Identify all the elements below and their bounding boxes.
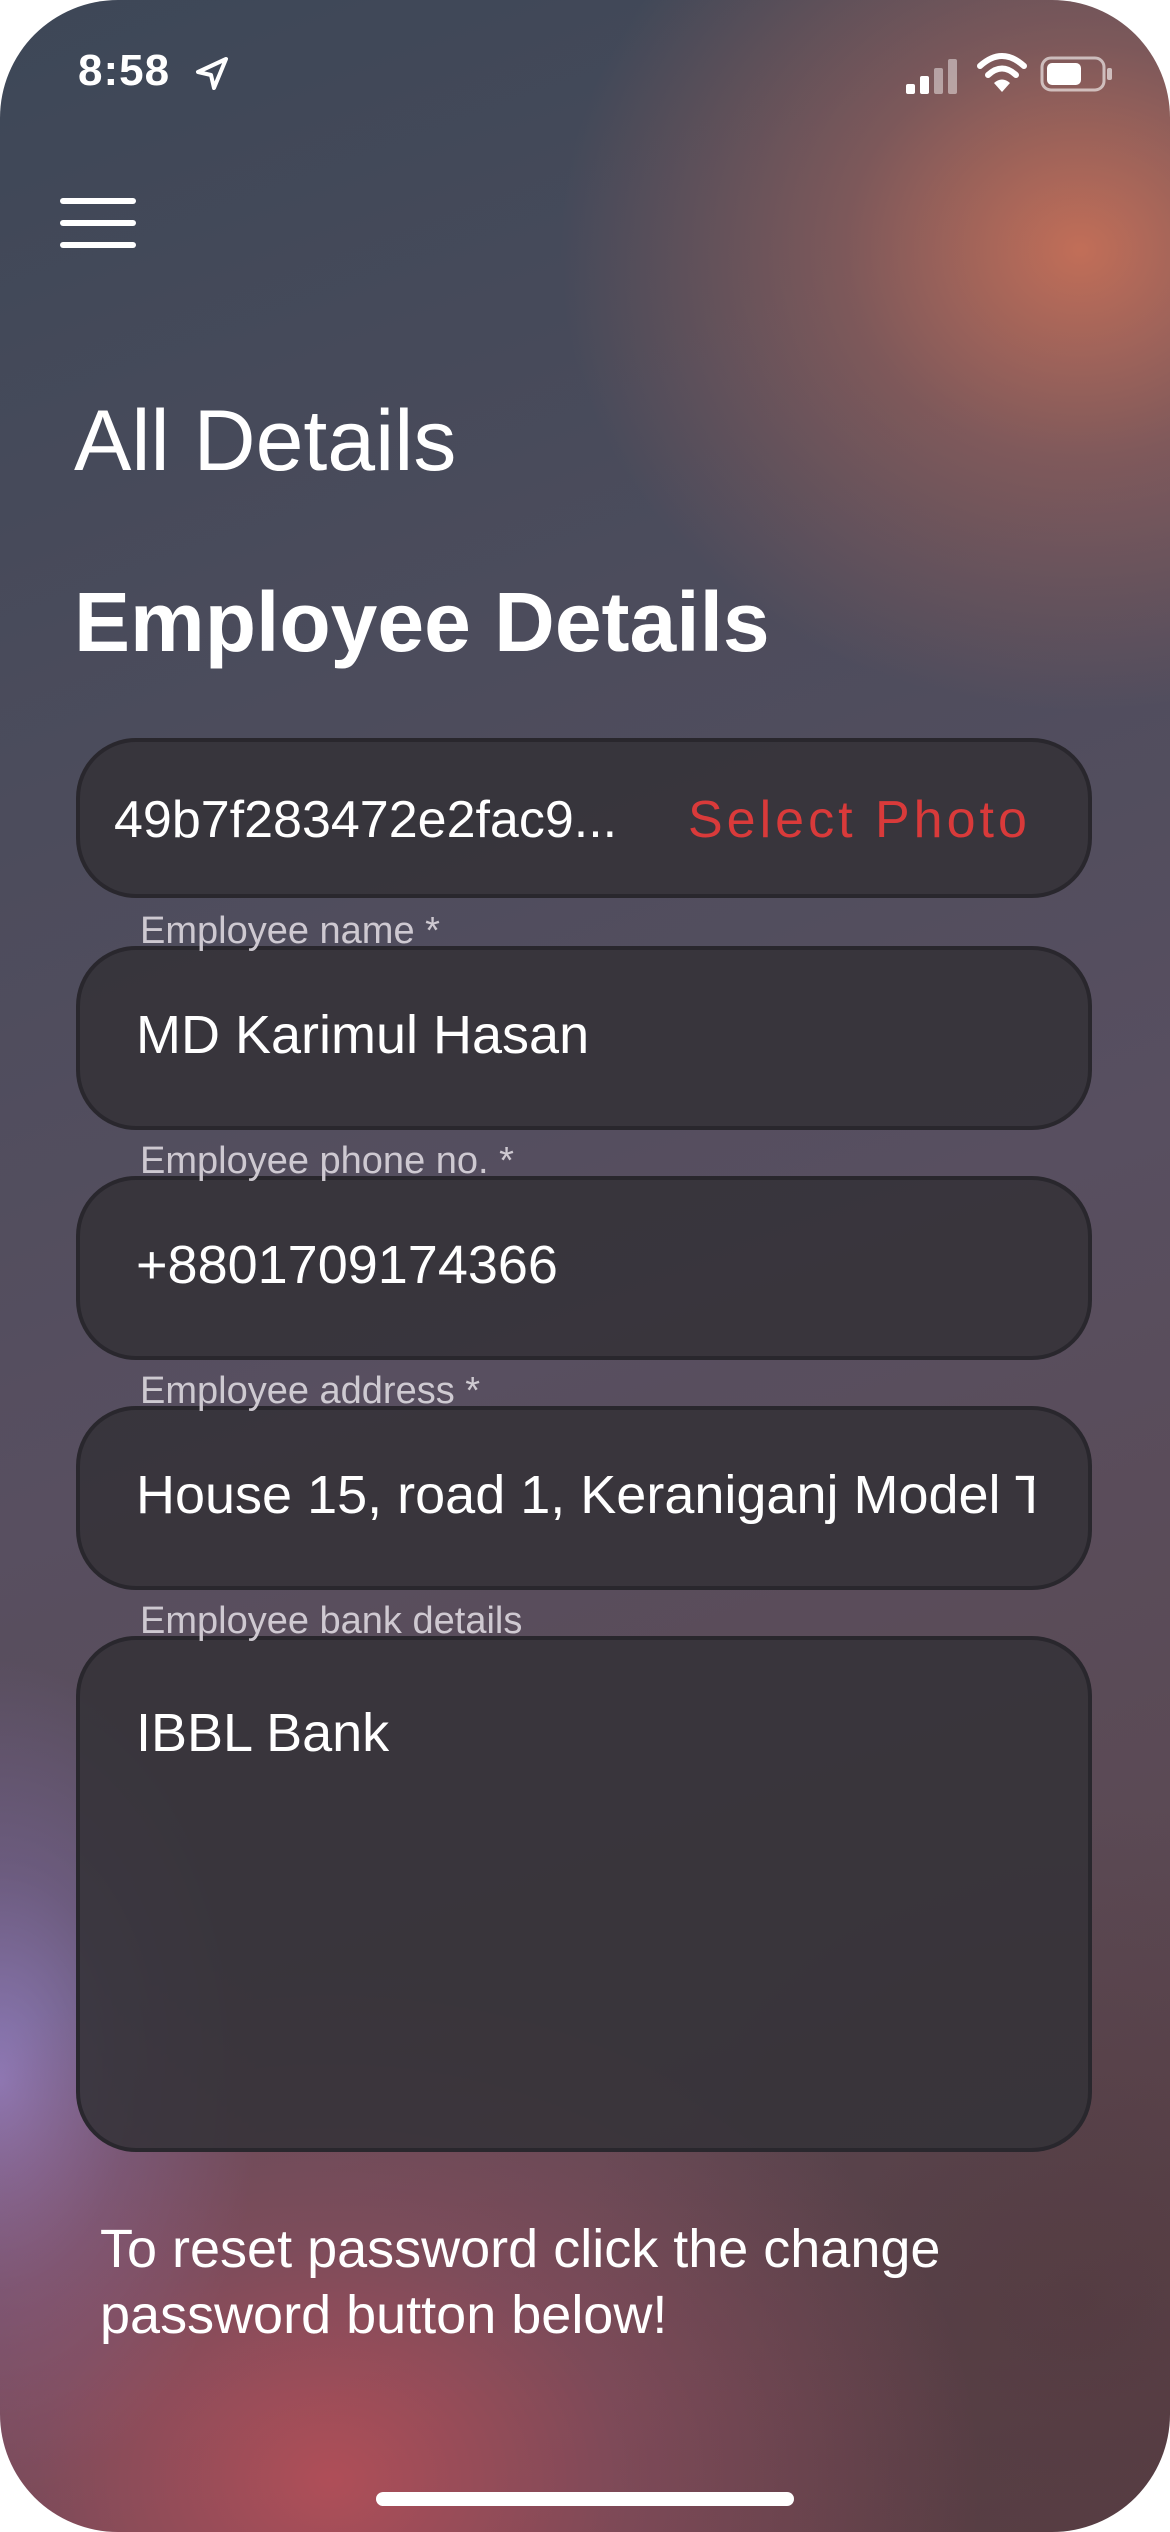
hamburger-menu-icon: [60, 198, 136, 204]
employee-bank-input[interactable]: IBBL Bank: [136, 1702, 1034, 1764]
status-time: 8:58: [78, 46, 171, 95]
battery-icon: [1040, 56, 1112, 92]
photo-field: 49b7f283472e2fac9... Select Photo: [76, 738, 1092, 898]
app-screen: 8:58 All Details Employee Details 49b7f2…: [0, 0, 1170, 2532]
hamburger-menu-icon: [60, 220, 136, 226]
employee-phone-input[interactable]: +8801709174366: [136, 1234, 1034, 1296]
employee-address-input[interactable]: House 15, road 1, Keraniganj Model To: [136, 1464, 1034, 1526]
employee-address-label: Employee address *: [140, 1370, 481, 1412]
menu-button[interactable]: [60, 198, 138, 250]
reset-password-info: To reset password click the change passw…: [100, 2219, 941, 2345]
home-indicator[interactable]: [376, 2492, 794, 2506]
photo-filename: 49b7f283472e2fac9...: [114, 791, 618, 849]
employee-name-field[interactable]: Employee name * MD Karimul Hasan: [76, 910, 1092, 1130]
employee-phone-field[interactable]: Employee phone no. * +8801709174366: [76, 1140, 1092, 1360]
hamburger-menu-icon: [60, 242, 136, 248]
employee-bank-field[interactable]: Employee bank details IBBL Bank: [76, 1600, 1092, 2152]
employee-address-field[interactable]: Employee address * House 15, road 1, Ker…: [76, 1370, 1092, 1590]
employee-phone-label: Employee phone no. *: [140, 1140, 514, 1182]
location-arrow-icon: [196, 57, 228, 90]
signal-icon: [906, 59, 957, 94]
employee-name-input[interactable]: MD Karimul Hasan: [136, 1004, 1034, 1066]
section-title: Employee Details: [74, 575, 770, 669]
employee-name-label: Employee name *: [140, 910, 440, 952]
employee-bank-label: Employee bank details: [140, 1600, 523, 1642]
wifi-icon: [977, 53, 1027, 92]
page-title: All Details: [74, 393, 457, 489]
select-photo-button[interactable]: Select Photo: [688, 790, 1031, 850]
